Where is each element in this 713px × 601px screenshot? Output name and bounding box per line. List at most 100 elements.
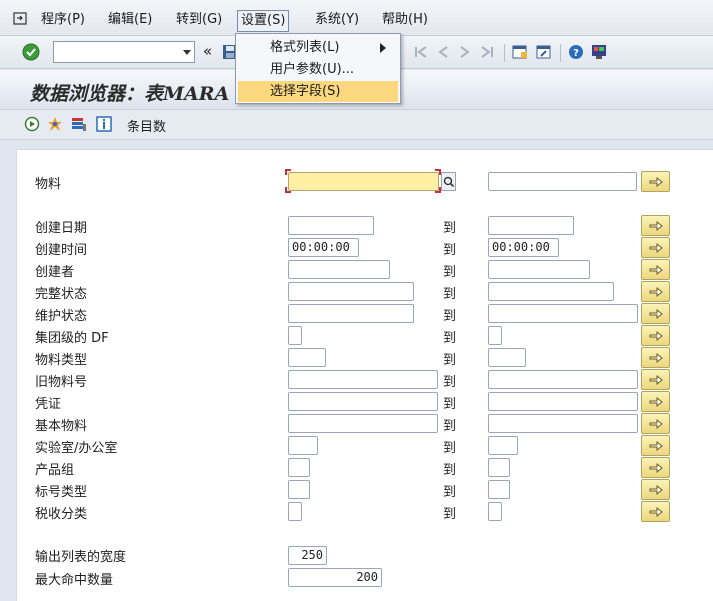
menu-edit[interactable]: 编辑(E) xyxy=(105,9,155,31)
multiple-selection-icon xyxy=(649,484,663,496)
next-page-icon[interactable] xyxy=(457,44,473,60)
complete-status-label: 完整状态 xyxy=(35,287,88,302)
multiple-selection-icon xyxy=(649,352,663,364)
execute-icon[interactable] xyxy=(24,116,40,132)
menu-system[interactable]: 系统(Y) xyxy=(312,9,362,31)
multiple-selection-button[interactable] xyxy=(641,281,670,302)
created-on-low-field[interactable] xyxy=(288,216,374,235)
complete-status-low-field[interactable] xyxy=(288,282,414,301)
command-input[interactable] xyxy=(54,42,174,62)
created-on-high-field[interactable] xyxy=(488,216,574,235)
to-label: 到 xyxy=(443,485,457,500)
number-of-entries-button[interactable]: 条目数 xyxy=(127,116,166,135)
material-label: 物料 xyxy=(35,177,62,192)
basic-material-low-field[interactable] xyxy=(288,414,438,433)
label-type-high-field[interactable] xyxy=(488,480,510,499)
menu-bar: 程序(P) 编辑(E) 转到(G) 设置(S) 系统(Y) 帮助(H) xyxy=(0,0,713,36)
tax-classification-high-field[interactable] xyxy=(488,502,502,521)
old-material-number-high-field[interactable] xyxy=(488,370,638,389)
last-page-icon[interactable] xyxy=(479,44,495,60)
material-low-field[interactable] xyxy=(288,172,439,191)
multiple-selection-button[interactable] xyxy=(641,369,670,390)
client-level-df-high-field[interactable] xyxy=(488,326,502,345)
product-group-high-field[interactable] xyxy=(488,458,510,477)
created-by-low-field[interactable] xyxy=(288,260,390,279)
info-icon[interactable] xyxy=(96,116,112,132)
created-time-high-field[interactable]: 00:00:00 xyxy=(488,238,559,257)
multiple-selection-icon xyxy=(649,286,663,298)
multiple-selection-button[interactable] xyxy=(641,435,670,456)
multiple-selection-button[interactable] xyxy=(641,215,670,236)
menu-settings[interactable]: 设置(S) xyxy=(237,10,290,32)
variant-list-icon[interactable] xyxy=(71,116,87,132)
toolbar-divider xyxy=(504,44,505,62)
created-time-low-field[interactable]: 00:00:00 xyxy=(288,238,359,257)
command-field[interactable] xyxy=(53,41,195,63)
multiple-selection-button[interactable] xyxy=(641,501,670,522)
customize-layout-icon[interactable] xyxy=(591,44,607,60)
multiple-selection-button[interactable] xyxy=(641,479,670,500)
complete-status-high-field[interactable] xyxy=(488,282,614,301)
document-high-field[interactable] xyxy=(488,392,638,411)
menu-goto[interactable]: 转到(G) xyxy=(173,9,225,31)
created-on-label: 创建日期 xyxy=(35,221,88,236)
client-level-df-low-field[interactable] xyxy=(288,326,302,345)
material-type-high-field[interactable] xyxy=(488,348,526,367)
to-label: 到 xyxy=(443,221,457,236)
menu-item-label: 选择字段(S) xyxy=(270,84,341,99)
lab-office-high-field[interactable] xyxy=(488,436,518,455)
material-high-field[interactable] xyxy=(488,172,637,191)
multiple-selection-icon xyxy=(649,330,663,342)
menu-item-user-parameters[interactable]: 用户参数(U)... xyxy=(238,59,398,80)
menu-program[interactable]: 程序(P) xyxy=(38,9,88,31)
multiple-selection-button[interactable] xyxy=(641,413,670,434)
selection-options-icon[interactable] xyxy=(47,116,63,132)
to-label: 到 xyxy=(443,265,457,280)
create-session-icon[interactable] xyxy=(512,44,528,60)
maintenance-status-high-field[interactable] xyxy=(488,304,638,323)
shortcut-icon[interactable] xyxy=(536,44,552,60)
multiple-selection-button[interactable] xyxy=(641,259,670,280)
enter-icon[interactable] xyxy=(22,43,40,61)
menu-help[interactable]: 帮助(H) xyxy=(379,9,431,31)
system-menu-icon[interactable] xyxy=(13,12,27,25)
output-width-field[interactable]: 250 xyxy=(288,546,327,565)
product-group-low-field[interactable] xyxy=(288,458,310,477)
multiple-selection-button[interactable] xyxy=(641,237,670,258)
created-by-high-field[interactable] xyxy=(488,260,590,279)
created-time-label: 创建时间 xyxy=(35,243,88,258)
multiple-selection-icon xyxy=(649,440,663,452)
search-help-button[interactable] xyxy=(441,172,456,191)
collapse-icon[interactable]: « xyxy=(203,42,212,60)
document-low-field[interactable] xyxy=(288,392,438,411)
multiple-selection-button[interactable] xyxy=(641,457,670,478)
chevron-down-icon[interactable] xyxy=(183,50,191,55)
help-icon[interactable]: ? xyxy=(568,44,584,60)
label-type-label: 标号类型 xyxy=(35,485,88,500)
multiple-selection-button[interactable] xyxy=(641,171,670,192)
client-level-df-label: 集团级的 DF xyxy=(35,331,109,346)
material-type-low-field[interactable] xyxy=(288,348,326,367)
to-label: 到 xyxy=(443,309,457,324)
menu-item-select-fields[interactable]: 选择字段(S) xyxy=(238,81,398,102)
previous-page-icon[interactable] xyxy=(435,44,451,60)
first-page-icon[interactable] xyxy=(413,44,429,60)
maintenance-status-low-field[interactable] xyxy=(288,304,414,323)
to-label: 到 xyxy=(443,397,457,412)
menu-item-format-list[interactable]: 格式列表(L) xyxy=(238,37,398,58)
multiple-selection-icon xyxy=(649,374,663,386)
multiple-selection-button[interactable] xyxy=(641,325,670,346)
lab-office-low-field[interactable] xyxy=(288,436,318,455)
label-type-low-field[interactable] xyxy=(288,480,310,499)
max-hits-field[interactable]: 200 xyxy=(288,568,382,587)
multiple-selection-button[interactable] xyxy=(641,303,670,324)
multiple-selection-button[interactable] xyxy=(641,347,670,368)
focus-bracket xyxy=(285,187,291,193)
tax-classification-low-field[interactable] xyxy=(288,502,302,521)
multiple-selection-icon xyxy=(649,462,663,474)
basic-material-high-field[interactable] xyxy=(488,414,638,433)
to-label: 到 xyxy=(443,463,457,478)
multiple-selection-button[interactable] xyxy=(641,391,670,412)
to-label: 到 xyxy=(443,331,457,346)
old-material-number-low-field[interactable] xyxy=(288,370,438,389)
